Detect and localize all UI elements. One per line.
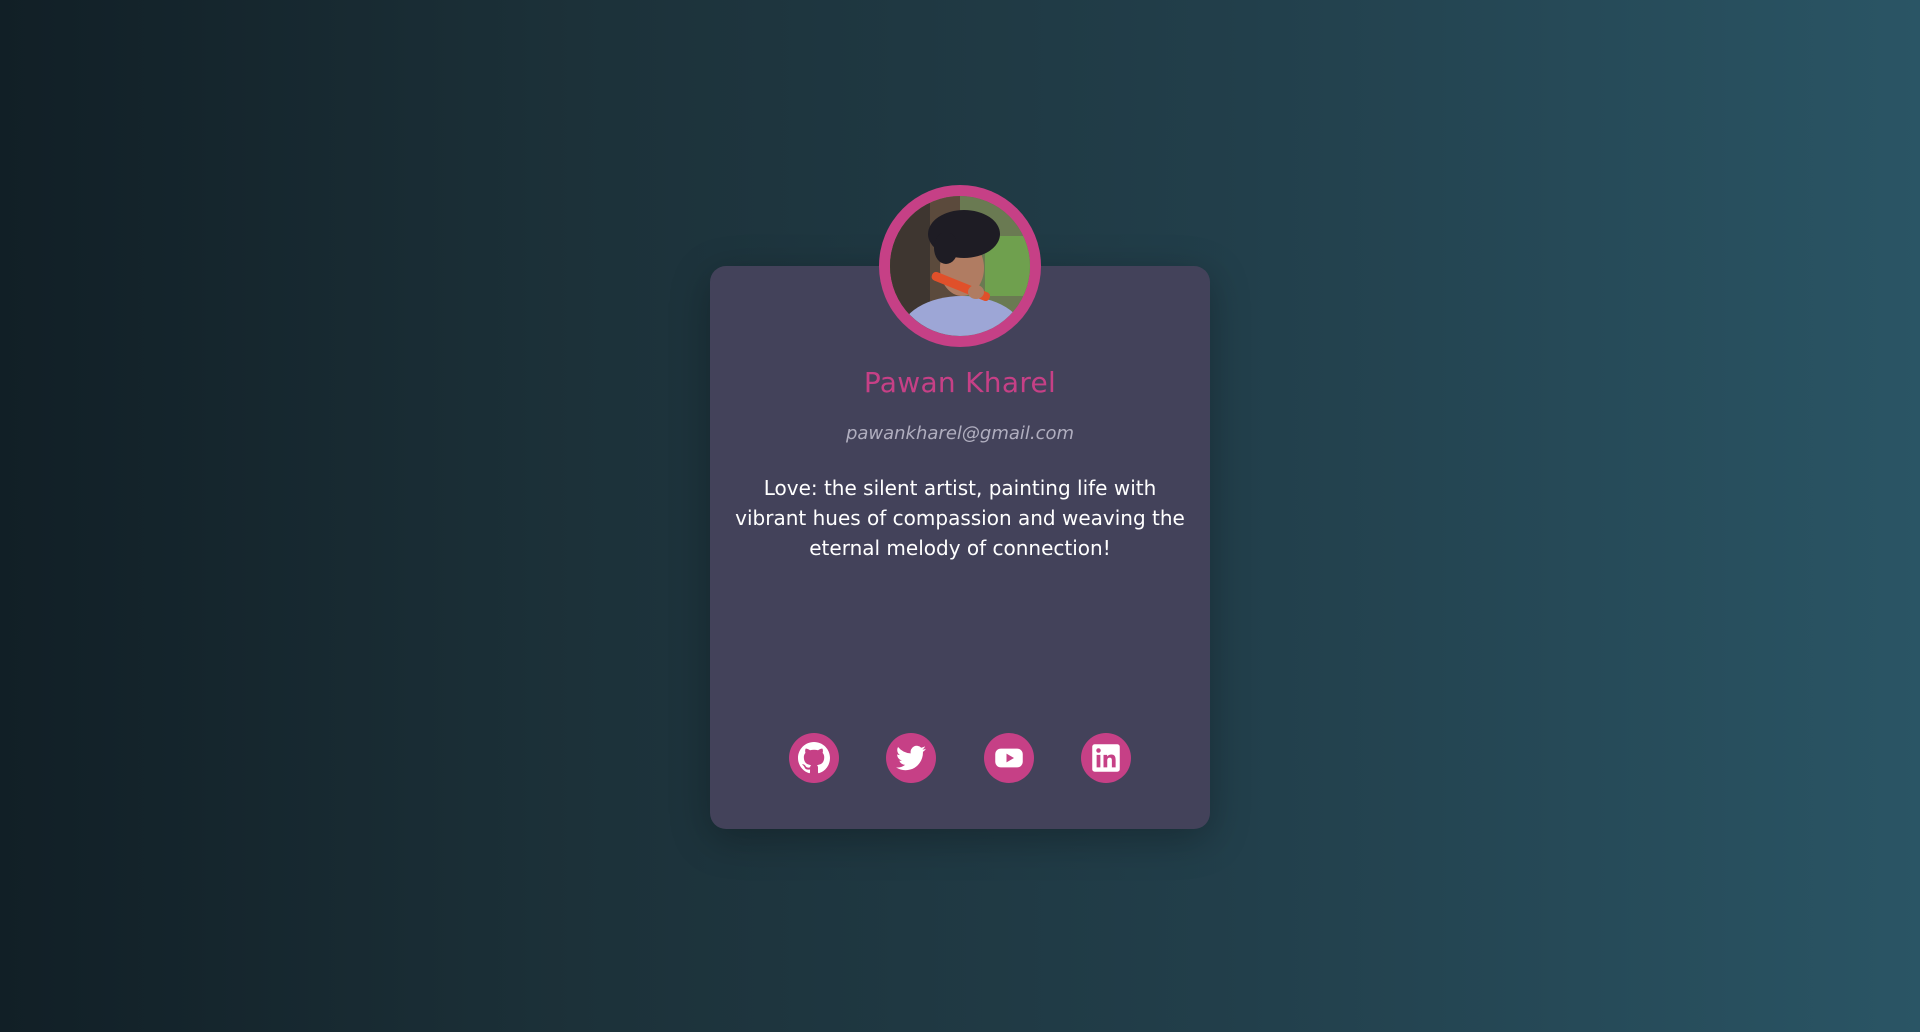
avatar (879, 185, 1041, 347)
profile-name: Pawan Kharel (863, 366, 1057, 399)
twitter-link[interactable] (886, 733, 936, 783)
linkedin-icon (1092, 744, 1120, 772)
github-icon (798, 742, 830, 774)
avatar-photo (890, 196, 1030, 336)
github-link[interactable] (789, 733, 839, 783)
social-links (0, 733, 1920, 783)
linkedin-link[interactable] (1081, 733, 1131, 783)
youtube-icon (995, 748, 1023, 768)
twitter-icon (896, 745, 926, 771)
profile-bio: Love: the silent artist, painting life w… (735, 476, 1185, 560)
profile-email: pawankharel@gmail.com (845, 423, 1075, 444)
youtube-link[interactable] (984, 733, 1034, 783)
